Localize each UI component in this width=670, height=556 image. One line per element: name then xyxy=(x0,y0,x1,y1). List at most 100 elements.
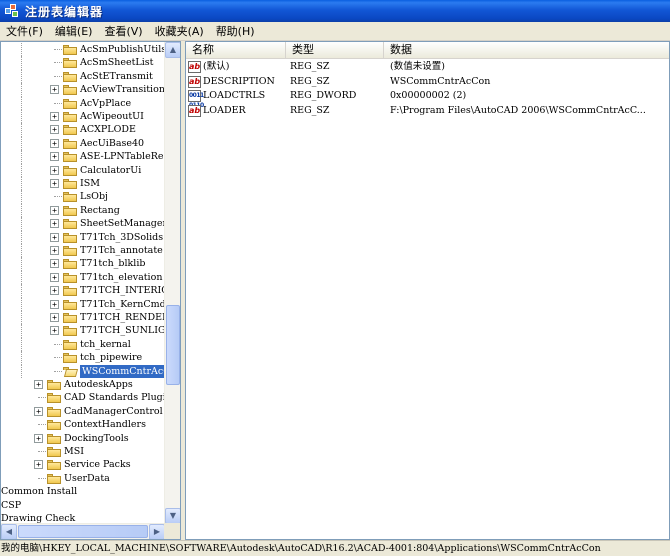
expand-icon[interactable]: + xyxy=(50,125,59,135)
tree-item[interactable]: MSI xyxy=(1,445,165,458)
expand-icon[interactable]: + xyxy=(34,406,43,416)
expand-icon[interactable]: + xyxy=(50,205,59,215)
title-bar[interactable]: 注册表编辑器 xyxy=(0,0,670,22)
tree-item[interactable]: + Rectang xyxy=(1,203,165,218)
tree-vscroll-thumb[interactable] xyxy=(166,305,180,385)
value-data: 0x00000002 (2) xyxy=(390,90,467,101)
scroll-up-button[interactable]: ▲ xyxy=(165,42,180,58)
expand-icon[interactable]: + xyxy=(50,246,59,255)
column-header-type[interactable]: 类型 xyxy=(286,42,384,58)
tree-item[interactable]: + AcWipeoutUI xyxy=(1,110,165,124)
tree-item[interactable]: AcSmPublishUtils xyxy=(1,43,165,57)
tree-item[interactable]: + Service Packs xyxy=(1,458,165,471)
tree-item[interactable]: AcVpPlace xyxy=(1,96,165,110)
key-tree-pane[interactable]: AcSmPublishUtils AcSmSheetList AcStETransm… xyxy=(0,41,181,540)
tree-guide-line xyxy=(21,230,22,244)
tree-item-label: SheetSetManagerWizar xyxy=(80,218,165,230)
menu-file[interactable]: 文件(F) xyxy=(0,23,49,40)
tree-item[interactable]: UserData xyxy=(1,472,165,485)
tree-item[interactable]: AcStETransmit xyxy=(1,69,165,84)
value-row[interactable]: 0011 0110LOADCTRLS REG_DWORD 0x00000002 (2… xyxy=(186,89,669,109)
tree-item[interactable]: + T71tch_elevation xyxy=(1,270,165,285)
tree-item[interactable]: + T71Tch_KernCmd xyxy=(1,297,165,311)
expand-icon[interactable]: + xyxy=(34,433,43,443)
value-row[interactable]: ab (默认) REG_SZ (数值未设置) xyxy=(186,60,669,74)
tree-item-label: Rectang xyxy=(80,204,120,216)
tree-horizontal-scrollbar[interactable]: ◀ ▶ xyxy=(1,523,165,539)
tree-item-label: AcWipeoutUI xyxy=(80,111,144,122)
tree-guide-line xyxy=(21,270,22,285)
tree-item[interactable]: CAD Standards Plugins xyxy=(1,391,165,404)
tree-item[interactable]: AcSmSheetList xyxy=(1,56,165,70)
tree-item[interactable]: LsObj xyxy=(1,190,165,204)
expand-icon[interactable]: + xyxy=(50,85,59,95)
folder-icon xyxy=(63,232,77,243)
tree-guide-line xyxy=(21,337,22,352)
menu-view[interactable]: 查看(V) xyxy=(98,23,148,40)
tree-item[interactable]: CSP xyxy=(1,499,165,512)
tree-item[interactable]: tch_kernal xyxy=(1,337,165,352)
tree-item[interactable]: + CadManagerControl xyxy=(1,405,165,418)
tree-item[interactable]: + CalculatorUi xyxy=(1,163,165,177)
column-header-data[interactable]: 数据 xyxy=(384,42,669,58)
tree-item[interactable]: tch_pipewire xyxy=(1,351,165,365)
tree-item[interactable]: + T71Tch_annotate xyxy=(1,244,165,258)
expand-icon[interactable]: + xyxy=(50,232,59,242)
tree-guide-line xyxy=(21,351,22,365)
value-row[interactable]: ab DESCRIPTION REG_SZ WSCommCntrAcCon xyxy=(186,75,669,89)
expand-icon[interactable]: + xyxy=(50,179,59,188)
column-header-name[interactable]: 名称 xyxy=(186,42,286,58)
tree-item[interactable]: + SheetSetManagerWizar xyxy=(1,217,165,231)
expand-icon[interactable]: + xyxy=(50,286,59,296)
tree-item-label: ACXPLODE xyxy=(80,124,136,136)
tree-hscroll-thumb[interactable] xyxy=(18,525,148,538)
expand-icon[interactable]: + xyxy=(50,219,59,229)
folder-icon xyxy=(63,84,77,96)
tree-vertical-scrollbar[interactable]: ▲ ▼ xyxy=(164,42,180,524)
folder-icon xyxy=(63,98,77,109)
tree-item[interactable]: + DockingTools xyxy=(1,432,165,445)
menu-help[interactable]: 帮助(H) xyxy=(210,23,261,40)
scroll-right-button[interactable]: ▶ xyxy=(149,524,165,539)
tree-item[interactable]: + AcViewTransitionsUi xyxy=(1,83,165,97)
tree-item[interactable]: WSCommCntrAcCon xyxy=(1,363,165,380)
expand-icon[interactable]: + xyxy=(50,313,59,322)
tree-item[interactable]: + ISM xyxy=(1,177,165,191)
string-value-icon: ab xyxy=(188,75,201,88)
expand-icon[interactable]: + xyxy=(50,299,59,309)
expand-icon[interactable]: + xyxy=(50,165,59,175)
tree-item[interactable]: + T71tch_blklib xyxy=(1,257,165,271)
expand-icon[interactable]: + xyxy=(50,326,59,336)
value-row[interactable]: ab LOADER REG_SZ F:\Program Files\AutoCAD 2… xyxy=(186,104,669,118)
tree-item-label: T71TCH_RENDER xyxy=(80,312,165,323)
expand-icon[interactable]: + xyxy=(50,272,59,282)
tree-item-label: Service Packs xyxy=(64,459,131,471)
tree-item[interactable]: ContextHandlers xyxy=(1,418,165,431)
tree-item-label: AutodeskApps xyxy=(64,379,133,390)
folder-icon xyxy=(63,71,77,82)
tree-item[interactable]: + AutodeskApps xyxy=(1,378,165,391)
tree-item[interactable]: + T71TCH_RENDER xyxy=(1,311,165,325)
tree-item[interactable]: + T71TCH_INTERIOR xyxy=(1,284,165,298)
tree-guide-line xyxy=(21,257,22,271)
folder-icon xyxy=(63,312,77,323)
tree-item[interactable]: + T71Tch_3DSolids xyxy=(1,230,165,244)
tree-item-label: AcVpPlace xyxy=(80,97,132,109)
tree-item[interactable]: + ASE-LPNTableRecord xyxy=(1,150,165,164)
menu-favorites[interactable]: 收藏夹(A) xyxy=(149,23,210,40)
expand-icon[interactable]: + xyxy=(50,112,59,121)
expand-icon[interactable]: + xyxy=(34,460,43,470)
expand-icon[interactable]: + xyxy=(34,380,43,389)
expand-icon[interactable]: + xyxy=(50,259,59,269)
expand-icon[interactable]: + xyxy=(50,138,59,148)
values-list-pane[interactable]: 名称 类型 数据 ab (默认) REG_SZ (数值未设置) ab DESCRIPTIO… xyxy=(185,41,670,540)
tree-item[interactable]: + AecUiBase40 xyxy=(1,136,165,151)
string-value-icon: ab xyxy=(188,61,201,73)
tree-item[interactable]: + T71TCH_SUNLIGHT xyxy=(1,324,165,338)
menu-edit[interactable]: 编辑(E) xyxy=(49,23,99,40)
expand-icon[interactable]: + xyxy=(50,152,59,162)
scroll-left-button[interactable]: ◀ xyxy=(1,524,17,539)
scroll-down-button[interactable]: ▼ xyxy=(165,508,180,524)
tree-item[interactable]: + ACXPLODE xyxy=(1,123,165,137)
tree-item[interactable]: Common Install xyxy=(1,485,165,498)
